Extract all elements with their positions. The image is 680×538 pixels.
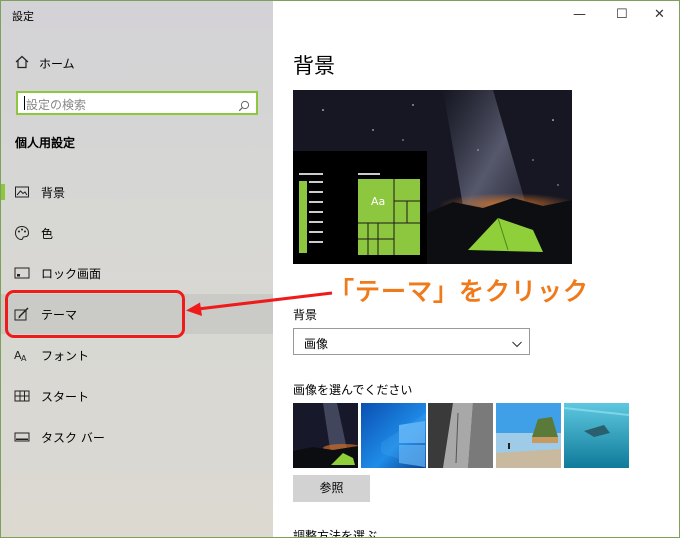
search-box[interactable]: 設定の検索 bbox=[16, 91, 258, 115]
search-icon[interactable] bbox=[238, 97, 250, 116]
chevron-down-icon bbox=[511, 335, 523, 354]
search-input[interactable]: 設定の検索 bbox=[26, 96, 86, 113]
lock-screen-icon bbox=[14, 265, 30, 281]
minimize-button[interactable]: — bbox=[573, 7, 586, 22]
font-icon: AA bbox=[14, 347, 30, 363]
sidebar-item-background[interactable]: 背景 bbox=[1, 172, 273, 212]
fit-label: 調整方法を選ぶ bbox=[293, 529, 378, 538]
picture-thumbnail-rock[interactable] bbox=[428, 403, 493, 468]
sidebar-item-font[interactable]: AA フォント bbox=[1, 335, 273, 375]
text-caret bbox=[24, 96, 25, 110]
close-button[interactable]: ✕ bbox=[654, 7, 665, 22]
picture-icon bbox=[14, 184, 30, 200]
sidebar-home-label: ホーム bbox=[39, 56, 75, 71]
background-preview: Aa bbox=[293, 90, 572, 264]
picture-thumbnail-night-sky[interactable] bbox=[293, 403, 358, 468]
browse-button[interactable]: 参照 bbox=[293, 475, 370, 502]
start-icon bbox=[14, 388, 30, 404]
sidebar-item-lock-screen[interactable]: ロック画面 bbox=[1, 253, 273, 293]
picture-thumbnail-beach[interactable] bbox=[496, 403, 561, 468]
picture-thumbnail-underwater[interactable] bbox=[564, 403, 629, 468]
sidebar-item-color[interactable]: 色 bbox=[1, 213, 273, 253]
preview-start-menu-mock bbox=[299, 173, 323, 257]
sidebar-item-taskbar[interactable]: タスク バー bbox=[1, 417, 273, 457]
sidebar-home[interactable]: ホーム bbox=[15, 53, 75, 73]
preview-window-mock: Aa bbox=[293, 151, 427, 264]
section-title: 個人用設定 bbox=[15, 136, 76, 150]
maximize-button[interactable]: ☐ bbox=[616, 7, 628, 22]
background-type-value: 画像 bbox=[304, 337, 329, 351]
sidebar-item-label: スタート bbox=[41, 390, 90, 404]
page-title: 背景 bbox=[293, 54, 335, 78]
settings-window: 設定 ホーム 設定の検索 個人用設定 背景 色 ロック画面 テーマ A A フォ… bbox=[0, 0, 680, 538]
annotation-text: 「テーマ」をクリック bbox=[329, 277, 590, 306]
taskbar-icon bbox=[14, 429, 30, 445]
picture-thumbnail-windows-blue[interactable] bbox=[361, 403, 426, 468]
svg-text:A: A bbox=[21, 354, 27, 363]
annotation-arrow bbox=[186, 291, 333, 316]
theme-highlight-box bbox=[5, 290, 185, 338]
sidebar-item-start[interactable]: スタート bbox=[1, 376, 273, 416]
main-content: — ☐ ✕ 背景 Aa 背景 画像 画像を選んでください 参照 調整方法を選ぶ bbox=[273, 1, 679, 537]
sidebar-item-label: タスク バー bbox=[41, 431, 105, 445]
background-type-select[interactable]: 画像 bbox=[293, 328, 530, 355]
sidebar-item-label: 背景 bbox=[41, 186, 66, 200]
sidebar-item-label: フォント bbox=[41, 349, 90, 363]
app-title: 設定 bbox=[12, 10, 34, 23]
sidebar-item-label: ロック画面 bbox=[41, 267, 102, 281]
preview-tiles-mock: Aa bbox=[358, 179, 420, 255]
sidebar-item-label: 色 bbox=[41, 227, 54, 241]
choose-picture-label: 画像を選んでください bbox=[293, 383, 413, 397]
sidebar: 設定 ホーム 設定の検索 個人用設定 背景 色 ロック画面 テーマ A A フォ… bbox=[1, 1, 273, 537]
home-icon bbox=[15, 54, 29, 73]
palette-icon bbox=[14, 225, 30, 241]
